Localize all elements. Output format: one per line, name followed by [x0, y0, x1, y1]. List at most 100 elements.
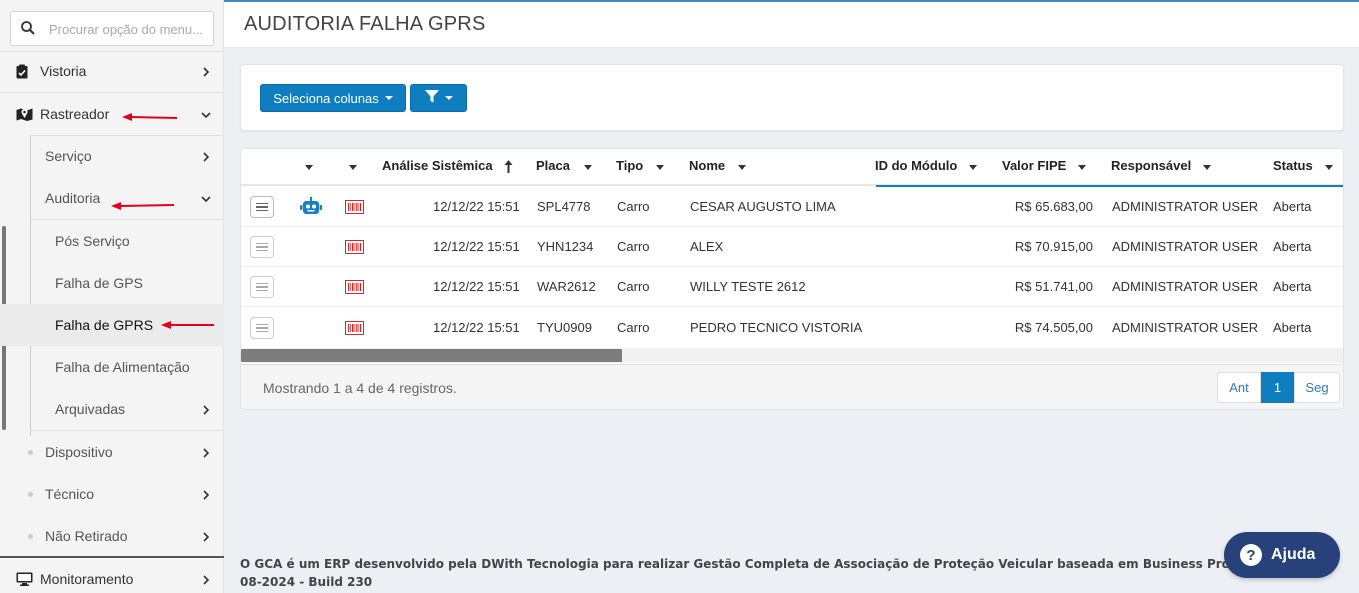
cell-responsavel: ADMINISTRATOR USER: [1112, 320, 1259, 335]
sidebar-item-falha-gps[interactable]: Falha de GPS: [0, 262, 224, 304]
barcode-icon[interactable]: [345, 200, 364, 217]
sidebar-item-auditoria[interactable]: Auditoria: [0, 177, 224, 219]
sort-caret-icon[interactable]: [656, 165, 664, 170]
monitor-icon: [16, 571, 34, 587]
barcode-icon[interactable]: [345, 240, 364, 257]
cell-placa: YHN1234: [537, 239, 594, 254]
sidebar-item-nao-retirado[interactable]: Não Retirado: [0, 515, 224, 557]
sort-caret-icon[interactable]: [584, 165, 592, 170]
cell-responsavel: ADMINISTRATOR USER: [1112, 199, 1259, 214]
sort-caret-icon[interactable]: [1203, 165, 1211, 170]
column-header-fipe[interactable]: Valor FIPE: [1002, 158, 1066, 173]
cell-placa: TYU0909: [537, 320, 592, 335]
help-label: Ajuda: [1271, 546, 1316, 563]
sidebar-item-label: Serviço: [45, 148, 92, 164]
table-row[interactable]: 12/12/22 15:51 WAR2612 Carro WILLY TESTE…: [241, 267, 1343, 307]
red-arrow-annotation: [122, 113, 178, 121]
pagination-next-button[interactable]: Seg: [1294, 372, 1340, 403]
barcode-icon[interactable]: [345, 280, 364, 297]
page-header: AUDITORIA FALHA GPRS: [224, 2, 1359, 48]
cell-nome: WILLY TESTE 2612: [690, 279, 806, 294]
page-footer: O GCA é um ERP desenvolvido pela DWith T…: [240, 555, 1240, 591]
chevron-right-icon: [200, 573, 212, 585]
sidebar-item-label: Falha de GPRS: [55, 317, 154, 333]
cell-analise: 12/12/22 15:51: [433, 199, 520, 214]
toolbar-panel: Seleciona colunas: [240, 64, 1344, 131]
sidebar-item-rastreador[interactable]: Rastreador: [0, 93, 224, 135]
table-row[interactable]: 12/12/22 15:51 SPL4778 Carro CESAR AUGUS…: [241, 187, 1343, 227]
column-header-placa[interactable]: Placa: [536, 158, 570, 173]
sidebar-item-label: Arquivadas: [55, 401, 126, 417]
search-input[interactable]: [49, 20, 209, 38]
column-menu-caret-icon[interactable]: [305, 165, 313, 170]
chevron-right-icon: [200, 446, 212, 458]
sidebar-item-arquivadas[interactable]: Arquivadas: [0, 388, 224, 430]
sort-ascending-icon[interactable]: [504, 160, 513, 176]
cell-analise: 12/12/22 15:51: [433, 239, 520, 254]
pagination-prev-button[interactable]: Ant: [1217, 372, 1261, 403]
chevron-right-icon: [200, 488, 212, 500]
cell-fipe: R$ 65.683,00: [1014, 199, 1093, 214]
caret-down-icon: [444, 96, 453, 100]
sidebar-item-servico[interactable]: Serviço: [0, 135, 224, 177]
chevron-right-icon: [200, 403, 212, 415]
sort-caret-icon[interactable]: [738, 165, 746, 170]
tree-dot: [28, 450, 33, 455]
table-row[interactable]: 12/12/22 15:51 YHN1234 Carro ALEX R$ 70.…: [241, 227, 1343, 267]
sidebar-item-label: Falha de Alimentação: [55, 359, 190, 375]
robot-icon[interactable]: [300, 196, 322, 218]
search-icon: [20, 20, 36, 39]
chevron-right-icon: [200, 150, 212, 162]
table-row[interactable]: 12/12/22 15:51 TYU0909 Carro PEDRO TECNI…: [241, 307, 1343, 348]
sidebar-item-label: Não Retirado: [45, 528, 128, 544]
column-header-responsavel[interactable]: Responsável: [1111, 158, 1191, 173]
menu-search[interactable]: [10, 11, 214, 46]
barcode-icon[interactable]: [345, 321, 364, 338]
sidebar-item-vistoria[interactable]: Vistoria: [0, 50, 224, 92]
column-header-nome[interactable]: Nome: [689, 158, 725, 173]
column-header-analise[interactable]: Análise Sistêmica: [382, 158, 493, 173]
page-title: AUDITORIA FALHA GPRS: [244, 13, 486, 35]
pagination-page-1[interactable]: 1: [1261, 372, 1294, 403]
tree-dot: [28, 492, 33, 497]
select-columns-button[interactable]: Seleciona colunas: [260, 84, 406, 112]
sidebar-item-tecnico[interactable]: Técnico: [0, 473, 224, 515]
row-menu-button[interactable]: [250, 236, 274, 258]
cell-nome: PEDRO TECNICO VISTORIA: [690, 320, 863, 335]
column-header-tipo[interactable]: Tipo: [616, 158, 643, 173]
cell-responsavel: ADMINISTRATOR USER: [1112, 239, 1259, 254]
cell-status: Aberta: [1273, 279, 1312, 294]
cell-placa: SPL4778: [537, 199, 591, 214]
row-menu-button[interactable]: [250, 276, 274, 298]
data-table: Análise Sistêmica Placa Tipo Nome ID do …: [240, 148, 1344, 410]
map-marker-icon: [16, 106, 34, 122]
help-button[interactable]: ? Ajuda: [1224, 532, 1340, 578]
sidebar-item-label: Dispositivo: [45, 444, 113, 460]
select-columns-label: Seleciona colunas: [273, 90, 379, 106]
cell-status: Aberta: [1273, 320, 1312, 335]
column-header-modulo[interactable]: ID do Módulo: [875, 158, 957, 173]
cell-tipo: Carro: [617, 239, 650, 254]
filter-icon: [424, 90, 439, 106]
sidebar-item-monitoramento[interactable]: Monitoramento: [0, 558, 224, 593]
row-menu-button[interactable]: [250, 317, 274, 339]
chevron-down-icon: [200, 192, 212, 204]
column-menu-caret-icon[interactable]: [349, 165, 357, 170]
sidebar-item-label: Rastreador: [40, 106, 110, 122]
sort-caret-icon[interactable]: [1325, 165, 1333, 170]
sidebar-item-falha-alimentacao[interactable]: Falha de Alimentação: [0, 346, 224, 388]
cell-nome: CESAR AUGUSTO LIMA: [690, 199, 836, 214]
table-footer: Mostrando 1 a 4 de 4 registros. Ant 1 Se…: [241, 364, 1343, 409]
row-menu-button[interactable]: [250, 196, 274, 218]
sort-caret-icon[interactable]: [1078, 165, 1086, 170]
red-arrow-annotation: [161, 321, 214, 329]
filter-button[interactable]: [410, 84, 467, 112]
sidebar-item-pos-servico[interactable]: Pós Serviço: [0, 220, 224, 262]
cell-placa: WAR2612: [537, 279, 596, 294]
sort-caret-icon[interactable]: [969, 165, 977, 170]
horizontal-scrollbar-thumb[interactable]: [241, 349, 622, 362]
cell-tipo: Carro: [617, 199, 650, 214]
footer-text-line1: O GCA é um ERP desenvolvido pela DWith T…: [240, 557, 1240, 571]
column-header-status[interactable]: Status: [1273, 158, 1313, 173]
sidebar-item-dispositivo[interactable]: Dispositivo: [0, 431, 224, 473]
